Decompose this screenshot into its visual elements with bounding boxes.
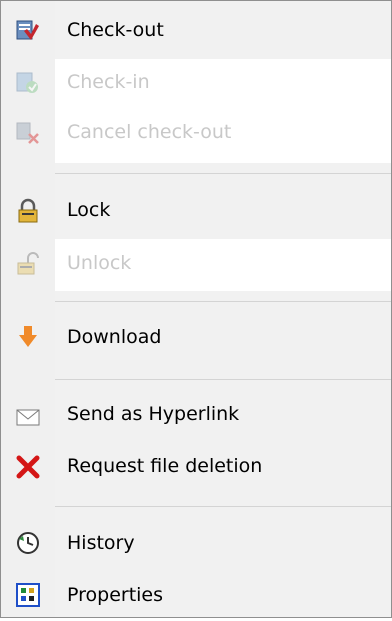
menu-item-label: Check-out bbox=[67, 19, 164, 41]
red-x-icon bbox=[15, 454, 41, 480]
lock-icon bbox=[15, 198, 41, 224]
menu-item-lock[interactable]: Lock bbox=[1, 186, 391, 236]
cancel-check-out-icon bbox=[15, 120, 41, 146]
menu-separator bbox=[55, 173, 391, 174]
download-arrow-icon bbox=[15, 324, 41, 350]
menu-item-label: Request file deletion bbox=[67, 455, 263, 477]
menu-item-label: Lock bbox=[67, 199, 111, 221]
menu-item-cancel-check-out: Cancel check-out bbox=[1, 109, 391, 159]
menu-item-download[interactable]: Download bbox=[1, 313, 391, 363]
menu-item-label: Send as Hyperlink bbox=[67, 403, 240, 425]
menu-item-label: History bbox=[67, 532, 135, 554]
menu-separator bbox=[55, 301, 391, 302]
menu-item-label: Cancel check-out bbox=[67, 121, 232, 143]
menu-item-check-out[interactable]: Check-out bbox=[1, 7, 391, 57]
menu-item-unlock: Unlock bbox=[1, 239, 391, 289]
menu-item-label: Check-in bbox=[67, 71, 150, 93]
menu-item-check-in: Check-in bbox=[1, 59, 391, 109]
unlock-icon bbox=[15, 251, 41, 277]
properties-grid-icon bbox=[15, 582, 41, 608]
menu-item-label: Unlock bbox=[67, 252, 132, 274]
menu-item-send-as-hyperlink[interactable]: Send as Hyperlink bbox=[1, 391, 391, 441]
envelope-icon bbox=[15, 404, 41, 430]
menu-separator bbox=[55, 379, 391, 380]
menu-item-label: Properties bbox=[67, 584, 164, 606]
check-out-icon bbox=[15, 18, 41, 44]
menu-item-label: Download bbox=[67, 326, 162, 348]
menu-item-history[interactable]: History bbox=[1, 519, 391, 569]
menu-separator bbox=[55, 506, 391, 507]
history-clock-icon bbox=[15, 530, 41, 556]
check-in-icon bbox=[15, 70, 41, 96]
menu-item-properties[interactable]: Properties bbox=[1, 571, 391, 621]
context-menu: Check-out Check-in Cancel check-out Lock… bbox=[0, 0, 392, 618]
menu-item-request-file-deletion[interactable]: Request file deletion bbox=[1, 443, 391, 493]
